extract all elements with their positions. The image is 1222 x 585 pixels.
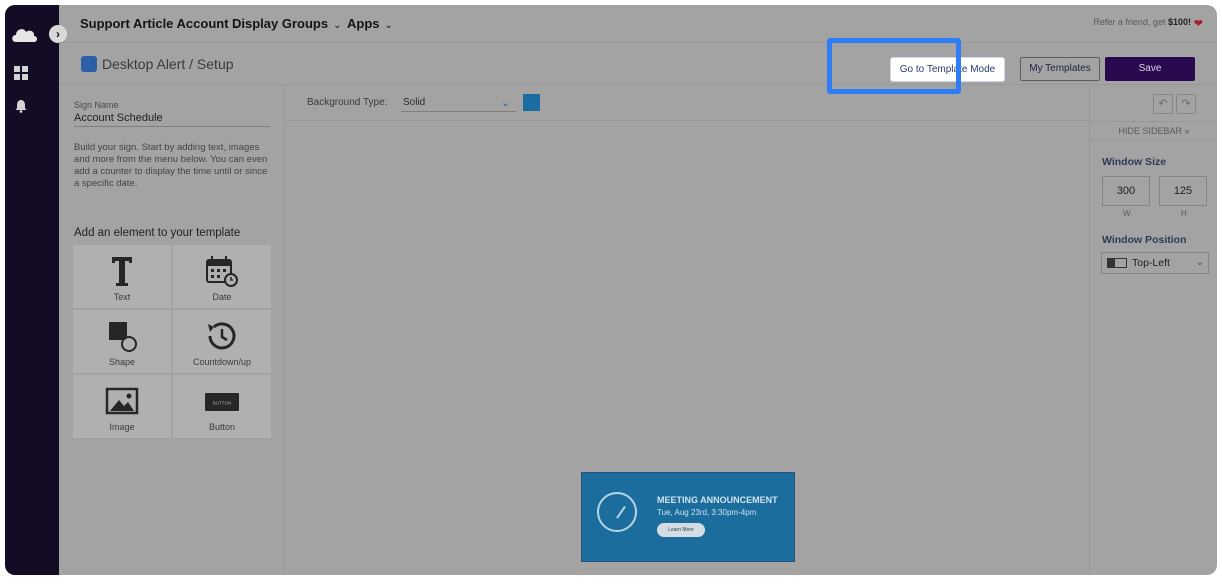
- alert-preview[interactable]: MEETING ANNOUNCEMENT Tue, Aug 23rd, 3:30…: [581, 472, 795, 562]
- add-countdown-tile[interactable]: Countdown/up: [173, 310, 271, 373]
- chevron-down-icon: ⌄: [500, 97, 510, 109]
- chevron-down-icon: ⌄: [384, 20, 393, 31]
- width-label: W: [1123, 209, 1131, 218]
- undo-icon[interactable]: ↶: [1153, 94, 1173, 114]
- top-bar: Support Article Account ⌄ Display Groups ⌄…: [59, 5, 1217, 43]
- window-position-value: Top-Left: [1132, 257, 1170, 269]
- refer-amount: $100!: [1167, 17, 1191, 27]
- top-left-position-icon: [1107, 258, 1127, 268]
- apps-menu[interactable]: Apps ⌄: [347, 16, 393, 31]
- apps-menu-label: Apps: [347, 16, 380, 31]
- shape-icon: [109, 322, 137, 352]
- preview-title: MEETING ANNOUNCEMENT: [657, 495, 778, 505]
- tile-label: Shape: [108, 357, 136, 367]
- app-window: › Support Article Account ⌄ Display Group…: [5, 5, 1217, 575]
- text-icon: [112, 257, 132, 286]
- tile-label: Text: [113, 292, 131, 302]
- add-date-tile[interactable]: Date: [173, 245, 271, 308]
- tile-label: Button: [208, 422, 236, 432]
- instructions-text: Build your sign. Start by adding text, i…: [74, 142, 268, 189]
- sub-header: Desktop Alert / Setup Go to Template Mod…: [59, 43, 1217, 85]
- background-color-swatch[interactable]: [523, 94, 540, 111]
- redo-icon[interactable]: ↷: [1176, 94, 1196, 114]
- image-icon: [105, 387, 139, 415]
- add-button-tile[interactable]: BUTTON Button: [173, 375, 271, 438]
- window-height-input[interactable]: 125: [1159, 176, 1207, 206]
- left-panel: Sign Name Account Schedule Build your si…: [59, 85, 285, 575]
- add-shape-tile[interactable]: Shape: [73, 310, 171, 373]
- button-icon: BUTTON: [205, 393, 239, 411]
- bell-icon[interactable]: [14, 99, 28, 113]
- clock-icon: [597, 492, 637, 532]
- add-text-tile[interactable]: Text: [73, 245, 171, 308]
- design-canvas[interactable]: MEETING ANNOUNCEMENT Tue, Aug 23rd, 3:30…: [285, 121, 1089, 575]
- background-type-select[interactable]: Solid ⌄: [401, 94, 516, 112]
- refer-text: Refer a friend, get: [1093, 17, 1166, 27]
- preview-learn-more-button[interactable]: Learn More: [657, 523, 705, 537]
- left-nav-rail: ›: [5, 5, 67, 575]
- window-size-heading: Window Size: [1102, 156, 1167, 168]
- window-position-heading: Window Position: [1102, 234, 1187, 246]
- dashboard-grid-icon[interactable]: [14, 66, 28, 80]
- right-sidebar: ↶ ↷ HIDE SIDEBAR » Window Size 300 125 W…: [1089, 85, 1217, 575]
- sign-name-label: Sign Name: [74, 100, 119, 110]
- account-menu-label: Support Article Account: [80, 16, 229, 31]
- go-to-template-mode-button[interactable]: Go to Template Mode: [890, 57, 1005, 82]
- cloud-logo-icon[interactable]: [10, 25, 38, 43]
- chevron-down-icon: ⌄: [1195, 257, 1204, 268]
- tile-label: Countdown/up: [192, 357, 252, 367]
- display-groups-menu-label: Display Groups: [232, 16, 329, 31]
- add-element-heading: Add an element to your template: [74, 227, 241, 239]
- tile-label: Image: [109, 422, 135, 432]
- preview-date: Tue, Aug 23rd, 3:30pm-4pm: [657, 508, 757, 517]
- heart-icon: ❤: [1193, 18, 1203, 30]
- add-image-tile[interactable]: Image: [73, 375, 171, 438]
- desktop-alert-app-icon: [81, 56, 97, 72]
- save-button[interactable]: Save: [1105, 57, 1195, 81]
- chevron-down-icon: ⌄: [333, 20, 342, 31]
- window-width-input[interactable]: 300: [1102, 176, 1150, 206]
- button-icon-text: BUTTON: [213, 401, 231, 406]
- tile-label: Date: [212, 292, 232, 302]
- refer-friend-link[interactable]: Refer a friend, get $100!: [1093, 17, 1191, 27]
- display-groups-menu[interactable]: Display Groups ⌄: [232, 16, 341, 31]
- breadcrumb: Desktop Alert / Setup: [102, 56, 234, 72]
- account-menu[interactable]: Support Article Account ⌄: [80, 16, 242, 31]
- my-templates-button[interactable]: My Templates: [1020, 57, 1100, 81]
- background-type-value: Solid: [403, 97, 426, 108]
- hide-sidebar-button[interactable]: HIDE SIDEBAR »: [1090, 121, 1217, 141]
- countdown-icon: [208, 322, 236, 350]
- height-label: H: [1181, 209, 1187, 218]
- window-position-select[interactable]: Top-Left ⌄: [1101, 252, 1209, 274]
- calendar-icon: [206, 256, 238, 287]
- background-toolbar: Background Type: Solid ⌄: [285, 85, 1089, 121]
- sign-name-field[interactable]: Account Schedule: [74, 112, 270, 127]
- background-type-label: Background Type:: [307, 97, 388, 108]
